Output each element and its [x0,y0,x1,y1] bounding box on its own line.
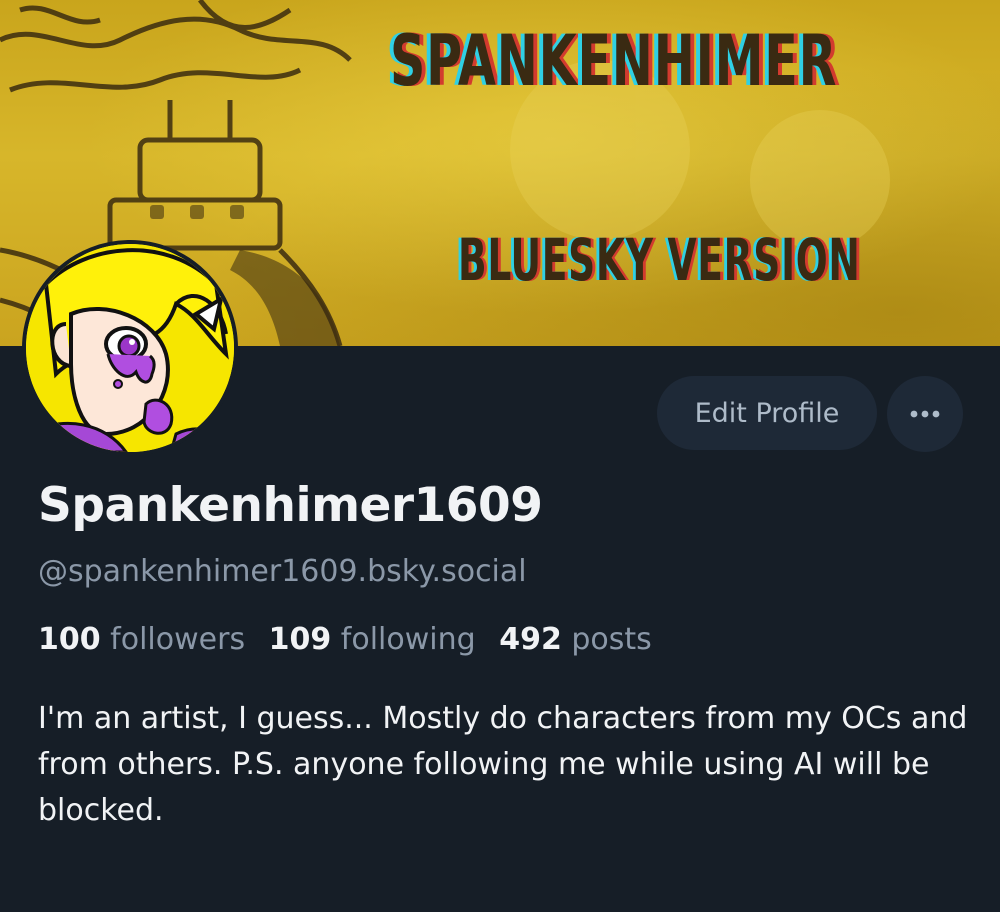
avatar-image [26,244,234,452]
ellipsis-icon [910,410,940,418]
handle: @spankenhimer1609.bsky.social [38,554,527,589]
following-link[interactable]: 109 following [269,622,476,657]
posts-label: posts [571,622,652,657]
posts-stat: 492 posts [499,622,652,657]
banner-title: SPANKENHIMER [390,20,838,102]
edit-profile-button[interactable]: Edit Profile [657,376,877,450]
followers-count: 100 [38,622,101,657]
banner-subtitle: BLUESKY VERSION [458,226,861,294]
followers-link[interactable]: 100 followers [38,622,245,657]
following-label: following [340,622,476,657]
more-options-button[interactable] [887,376,963,452]
profile-bio: I'm an artist, I guess... Mostly do char… [38,701,968,828]
following-count: 109 [268,622,332,657]
posts-count: 492 [499,622,562,657]
avatar[interactable] [22,240,238,456]
followers-label: followers [110,622,246,657]
profile-stats: 100 followers 109 following 492 posts [38,622,666,657]
display-name: Spankenhimer1609 [38,478,543,533]
